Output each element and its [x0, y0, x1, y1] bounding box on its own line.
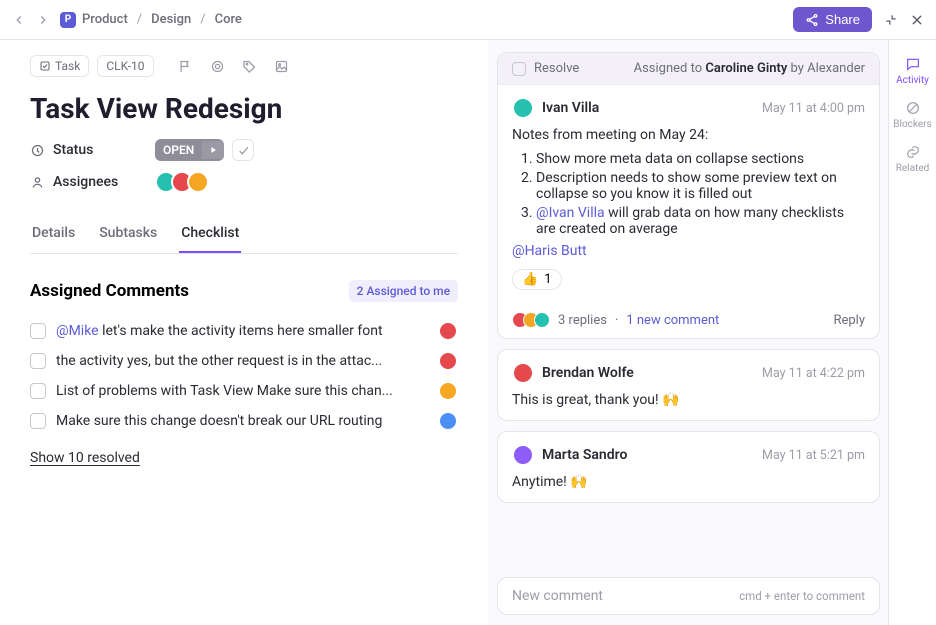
list-item[interactable]: the activity yes, but the other request … — [30, 346, 458, 376]
checkbox[interactable] — [30, 323, 46, 339]
assignees-label: Assignees — [30, 174, 155, 190]
project-badge: P — [60, 12, 76, 28]
list-item[interactable]: List of problems with Task View Make sur… — [30, 376, 458, 406]
rail-related[interactable]: Related — [889, 138, 936, 180]
status-label: Status — [30, 142, 155, 158]
chat-icon — [905, 56, 921, 72]
rail-activity[interactable]: Activity — [889, 50, 936, 92]
resolve-label[interactable]: Resolve — [534, 61, 579, 76]
tab-subtasks[interactable]: Subtasks — [97, 215, 159, 253]
right-rail: Activity Blockers Related — [888, 40, 936, 625]
topbar: P Product / Design / Core Share — [0, 0, 936, 40]
complete-toggle[interactable] — [232, 139, 254, 161]
checkbox[interactable] — [30, 383, 46, 399]
comment-body: Notes from meeting on May 24: Show more … — [512, 127, 865, 259]
avatar — [512, 362, 534, 384]
resolve-checkbox[interactable] — [512, 62, 526, 76]
avatar — [438, 411, 458, 431]
avatar — [438, 381, 458, 401]
checkbox[interactable] — [30, 413, 46, 429]
task-id-chip[interactable]: CLK-10 — [97, 55, 153, 77]
status-next-icon[interactable] — [202, 141, 224, 159]
assigned-count-chip[interactable]: 2 Assigned to me — [349, 280, 458, 302]
composer-hint: cmd + enter to comment — [739, 589, 865, 603]
timestamp: May 11 at 5:21 pm — [762, 448, 865, 463]
show-resolved-link[interactable]: Show 10 resolved — [30, 450, 458, 466]
breadcrumb-item[interactable]: Design — [151, 12, 191, 27]
avatar — [438, 321, 458, 341]
mention[interactable]: @Haris Butt — [512, 243, 587, 259]
activity-pane: Resolve Assigned to Caroline Ginty by Al… — [488, 40, 888, 625]
comment-body: Anytime! 🙌 — [512, 474, 865, 490]
task-type-chip[interactable]: Task — [30, 55, 89, 77]
timestamp: May 11 at 4:00 pm — [762, 101, 865, 116]
share-button[interactable]: Share — [793, 7, 872, 32]
breadcrumb-item[interactable]: Core — [215, 12, 242, 27]
flag-icon[interactable] — [174, 54, 198, 78]
comment-card: Marta Sandro May 11 at 5:21 pm Anytime! … — [497, 431, 880, 503]
avatar — [512, 444, 534, 466]
nav-forward-icon[interactable] — [36, 13, 50, 27]
comment-thread-card: Resolve Assigned to Caroline Ginty by Al… — [497, 52, 880, 339]
list-item[interactable]: @Mike let's make the activity items here… — [30, 316, 458, 346]
collapse-icon[interactable] — [884, 13, 898, 27]
assigned-heading: Assigned Comments — [30, 281, 189, 301]
slash-icon — [905, 100, 921, 116]
close-icon[interactable] — [910, 13, 924, 27]
status-pill[interactable]: OPEN — [155, 139, 224, 161]
checkbox[interactable] — [30, 353, 46, 369]
image-icon[interactable] — [270, 54, 294, 78]
target-icon[interactable] — [206, 54, 230, 78]
link-icon — [905, 144, 921, 160]
rail-blockers[interactable]: Blockers — [889, 94, 936, 136]
tag-icon[interactable] — [238, 54, 262, 78]
composer-placeholder: New comment — [512, 588, 603, 604]
timestamp: May 11 at 4:22 pm — [762, 366, 865, 381]
comment-card: Brendan Wolfe May 11 at 4:22 pm This is … — [497, 349, 880, 421]
assigned-comments-list: @Mike let's make the activity items here… — [30, 316, 458, 436]
assignee-avatars[interactable] — [155, 171, 209, 193]
nav-back-icon[interactable] — [12, 13, 26, 27]
tab-checklist[interactable]: Checklist — [179, 215, 241, 253]
comment-body: This is great, thank you! 🙌 — [512, 392, 865, 408]
assigned-to-text: Assigned to Caroline Ginty by Alexander — [634, 61, 865, 76]
task-title: Task View Redesign — [30, 92, 458, 125]
avatar — [438, 351, 458, 371]
reply-link[interactable]: Reply — [833, 313, 865, 328]
breadcrumb-item[interactable]: Product — [82, 12, 128, 27]
tab-details[interactable]: Details — [30, 215, 77, 253]
avatar — [534, 312, 550, 328]
reaction-chip[interactable]: 👍1 — [512, 269, 562, 290]
list-item[interactable]: Make sure this change doesn't break our … — [30, 406, 458, 436]
composer[interactable]: New comment cmd + enter to comment — [497, 577, 880, 615]
tabs: Details Subtasks Checklist — [30, 215, 458, 254]
thread-replies-row[interactable]: 3 replies · 1 new comment Reply — [498, 302, 879, 338]
avatar — [187, 171, 209, 193]
avatar — [512, 97, 534, 119]
